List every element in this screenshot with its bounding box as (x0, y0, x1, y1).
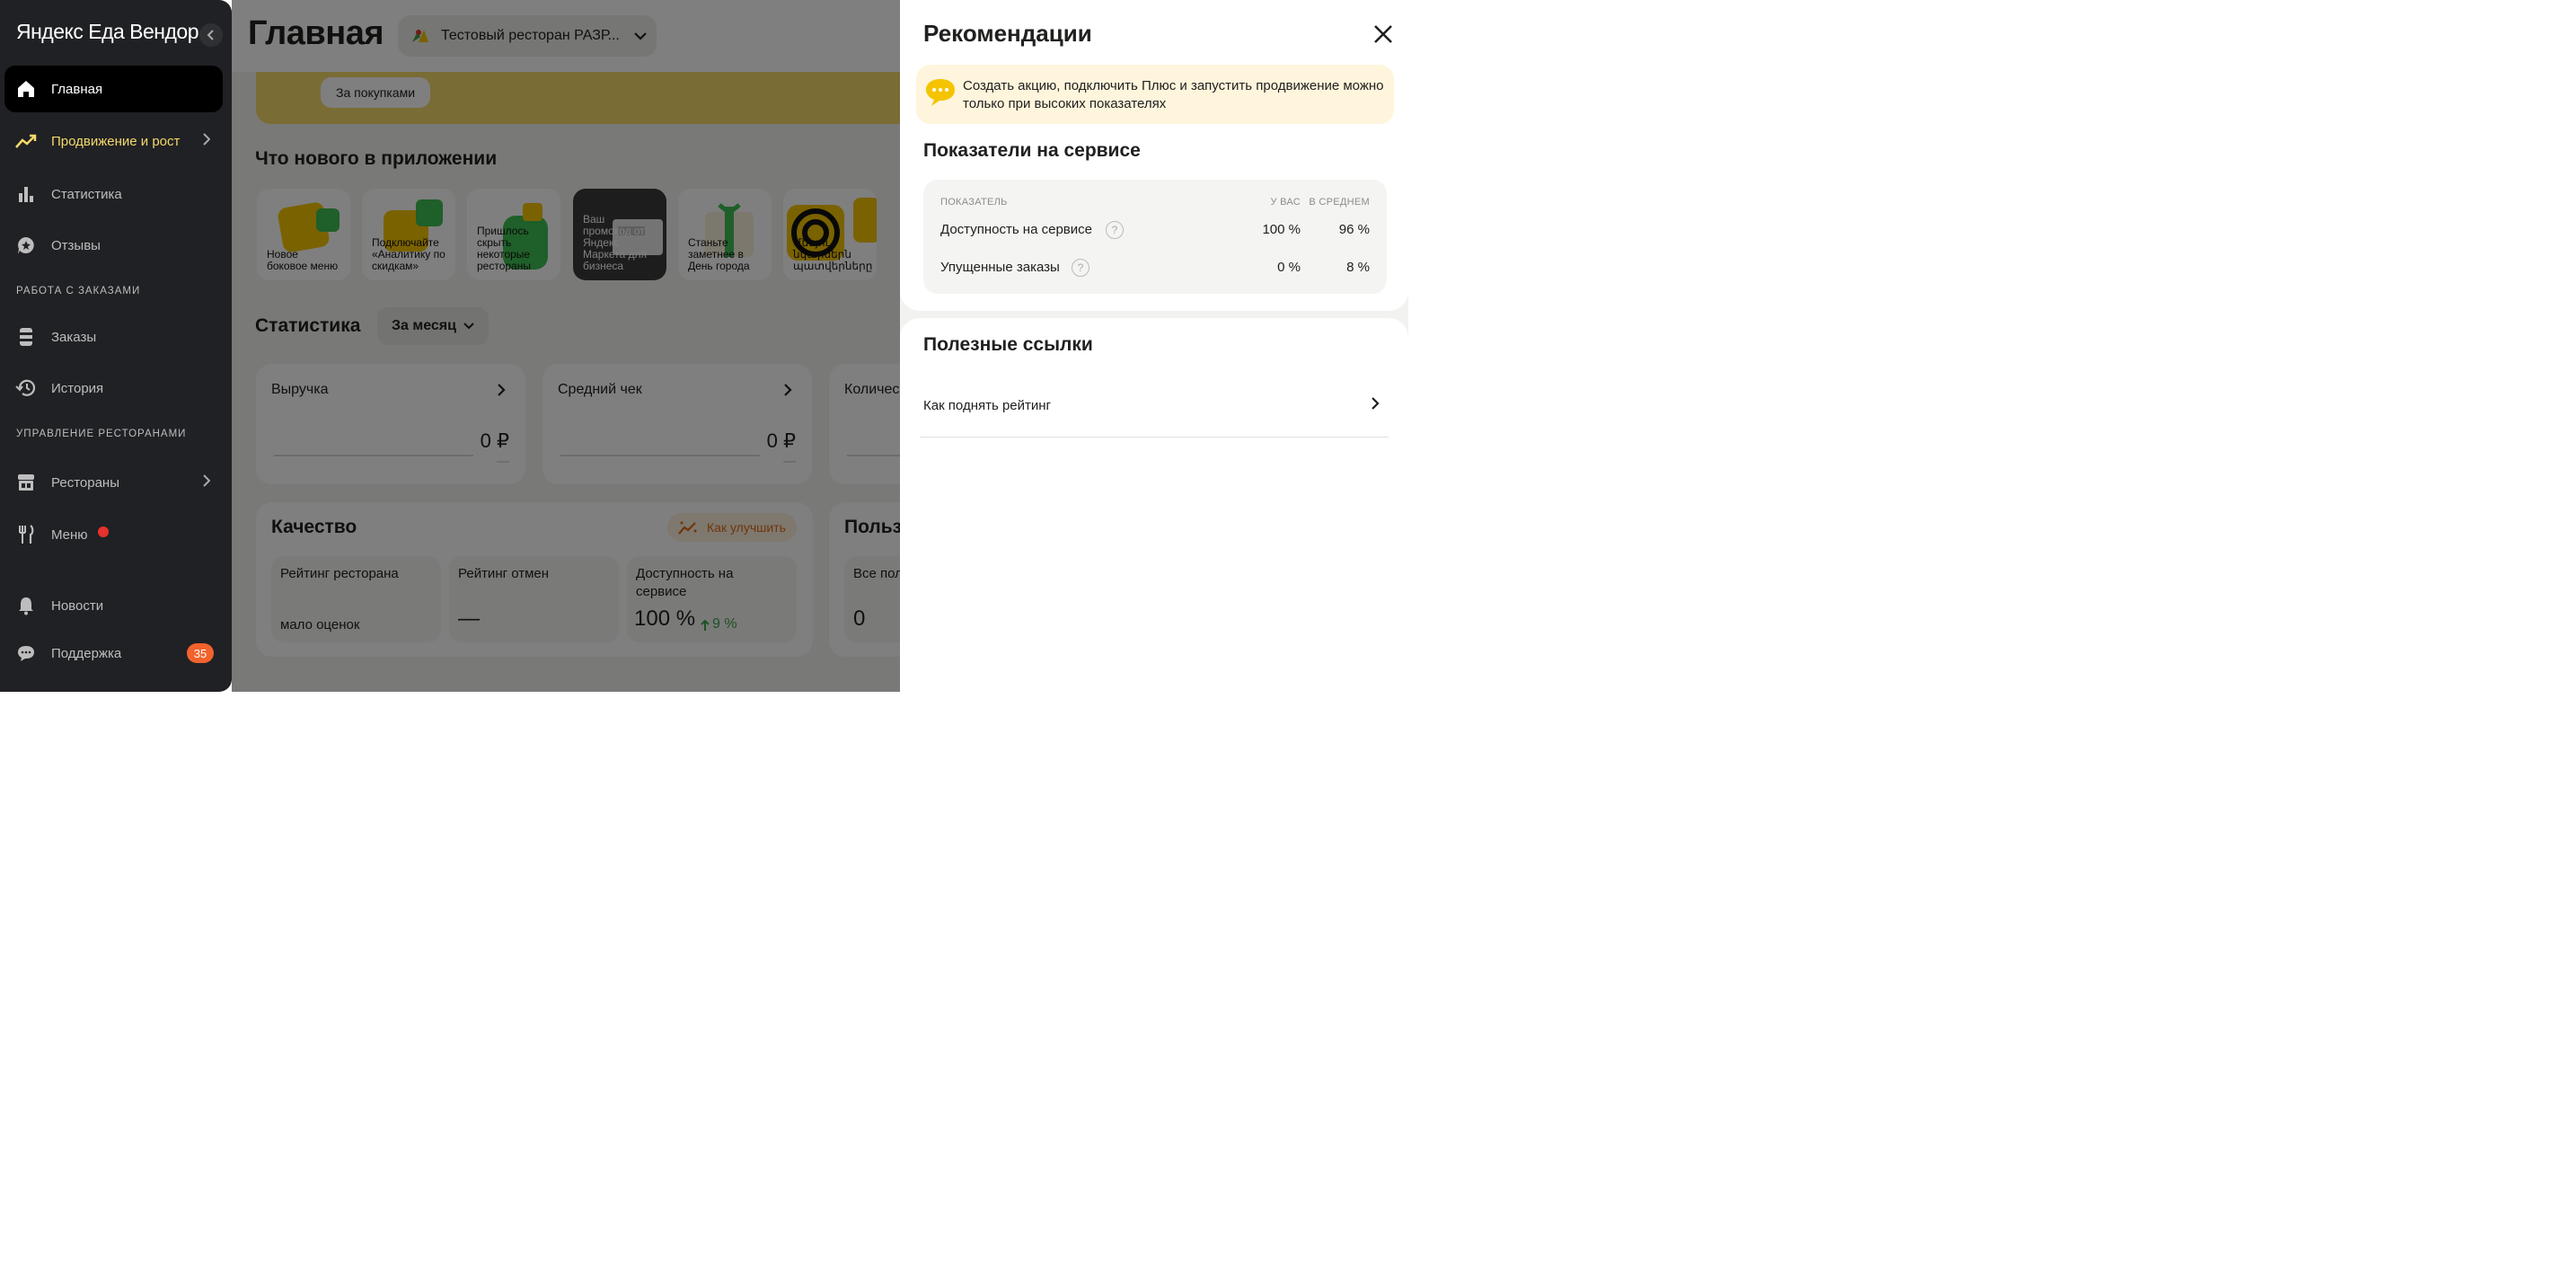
notice-text: Создать акцию, подключить Плюс и запусти… (963, 78, 1384, 111)
notification-dot (98, 526, 109, 537)
restaurant-icon (15, 472, 37, 493)
sidebar-item-news[interactable]: Новости (4, 582, 223, 629)
link-label: Как поднять рейтинг (923, 398, 1052, 413)
sidebar-item-label: История (51, 380, 104, 396)
chart-icon (15, 183, 37, 205)
app-logo: Яндекс Еда Вендор (16, 20, 199, 43)
sidebar-item-label: Продвижение и рост (51, 133, 181, 149)
section-orders-label: РАБОТА С ЗАКАЗАМИ (16, 286, 141, 296)
sidebar-item-support[interactable]: Поддержка 35 (4, 630, 223, 677)
speech-bubble-icon (926, 79, 955, 106)
sidebar-item-home[interactable]: Главная (4, 66, 223, 112)
home-icon (15, 78, 37, 100)
sidebar-item-label: Новости (51, 597, 104, 614)
sidebar: Яндекс Еда Вендор Главная Продвижение и … (0, 0, 232, 692)
row-avg: 96 % (1338, 222, 1370, 237)
help-icon[interactable]: ? (1072, 259, 1090, 277)
sidebar-item-label: Меню (51, 526, 88, 543)
sidebar-item-promotion[interactable]: Продвижение и рост (4, 118, 223, 164)
link-raise-rating[interactable]: Как поднять рейтинг (920, 384, 1389, 438)
notice-box: Создать акцию, подключить Плюс и запусти… (916, 65, 1394, 124)
links-section: Полезные ссылки (900, 318, 1408, 692)
sidebar-item-reviews[interactable]: Отзывы (4, 222, 223, 269)
chevron-right-icon (1372, 397, 1380, 410)
bell-icon (15, 595, 37, 616)
sidebar-item-label: Отзывы (51, 237, 101, 253)
metrics-title: Показатели на сервисе (923, 140, 1141, 161)
trend-icon (15, 130, 37, 152)
collapse-sidebar-button[interactable] (199, 23, 223, 47)
chevron-left-icon (207, 30, 214, 40)
sidebar-item-stats[interactable]: Статистика (4, 171, 223, 217)
support-count-badge: 35 (187, 643, 214, 663)
row-yours: 100 % (1262, 222, 1301, 237)
help-icon[interactable]: ? (1106, 221, 1124, 239)
sidebar-item-restaurants[interactable]: Рестораны (4, 459, 223, 506)
sidebar-item-orders[interactable]: Заказы (4, 314, 223, 360)
row-label: Упущенные заказы (940, 260, 1060, 275)
recommendations-panel: Рекомендации Создать акцию, подключить П… (900, 0, 1408, 692)
chevron-right-icon (203, 474, 210, 487)
sidebar-item-history[interactable]: История (4, 365, 223, 411)
table-row: Доступность на сервисе ? 100 % 96 % (923, 220, 1387, 242)
header-metric: ПОКАЗАТЕЛЬ (940, 197, 1008, 208)
panel-title: Рекомендации (923, 20, 1092, 47)
chat-icon (15, 642, 37, 664)
row-yours: 0 % (1277, 260, 1301, 275)
close-icon[interactable] (1371, 22, 1396, 47)
sidebar-item-label: Главная (51, 81, 103, 97)
chevron-right-icon (203, 133, 210, 146)
metrics-table: ПОКАЗАТЕЛЬ У ВАС В СРЕДНЕМ Доступность н… (923, 180, 1387, 294)
metrics-section: Рекомендации Создать акцию, подключить П… (900, 0, 1408, 311)
header-avg: В СРЕДНЕМ (1309, 197, 1370, 208)
sidebar-item-label: Статистика (51, 186, 122, 202)
row-avg: 8 % (1346, 260, 1370, 275)
sidebar-item-menu[interactable]: Меню (4, 511, 223, 558)
row-label: Доступность на сервисе (940, 222, 1092, 237)
sidebar-item-label: Поддержка (51, 645, 122, 661)
sidebar-item-label: Рестораны (51, 474, 119, 491)
section-restaurants-label: УПРАВЛЕНИЕ РЕСТОРАНАМИ (16, 429, 187, 439)
menu-icon (15, 524, 37, 545)
sidebar-item-label: Заказы (51, 329, 97, 345)
links-title: Полезные ссылки (923, 334, 1093, 355)
header-yours: У ВАС (1270, 197, 1301, 208)
orders-icon (15, 326, 37, 348)
history-icon (15, 377, 37, 399)
review-icon (15, 234, 37, 256)
table-row: Упущенные заказы ? 0 % 8 % (923, 258, 1387, 279)
